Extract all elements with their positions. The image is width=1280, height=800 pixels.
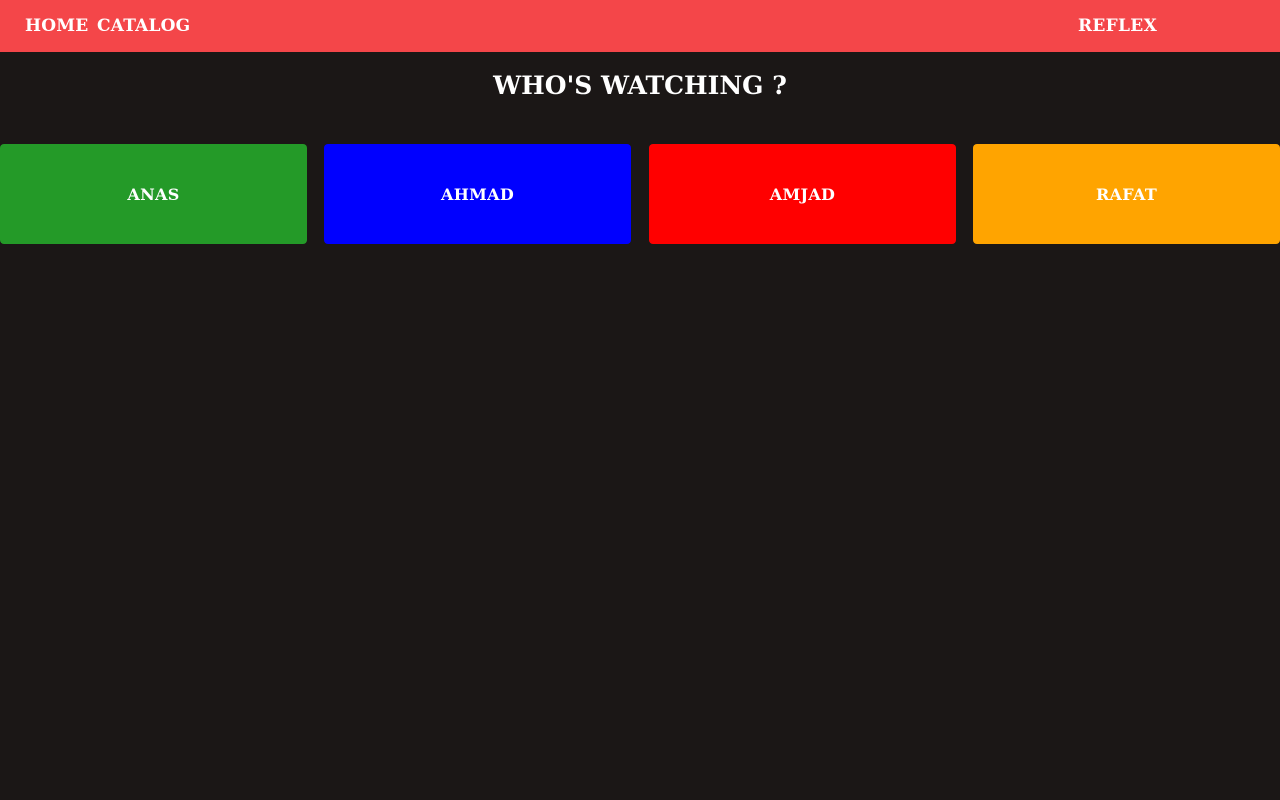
- profile-card-rafat[interactable]: Rafat: [973, 144, 1280, 244]
- profile-name: Ahmad: [440, 184, 515, 204]
- nav-link-home[interactable]: Home: [25, 0, 88, 52]
- profile-name: Rafat: [1095, 184, 1158, 204]
- profile-card-anas[interactable]: Anas: [0, 144, 307, 244]
- profile-card-ahmad[interactable]: Ahmad: [324, 144, 631, 244]
- page-title: Who's Watching ?: [493, 71, 787, 100]
- profile-card-amjad[interactable]: Amjad: [649, 144, 956, 244]
- top-navbar: Home Catalog Reflex: [0, 0, 1280, 52]
- profile-name: Amjad: [769, 184, 836, 204]
- profile-name: Anas: [127, 184, 180, 204]
- brand-logo[interactable]: Reflex: [1078, 0, 1157, 52]
- nav-link-catalog[interactable]: Catalog: [97, 0, 190, 52]
